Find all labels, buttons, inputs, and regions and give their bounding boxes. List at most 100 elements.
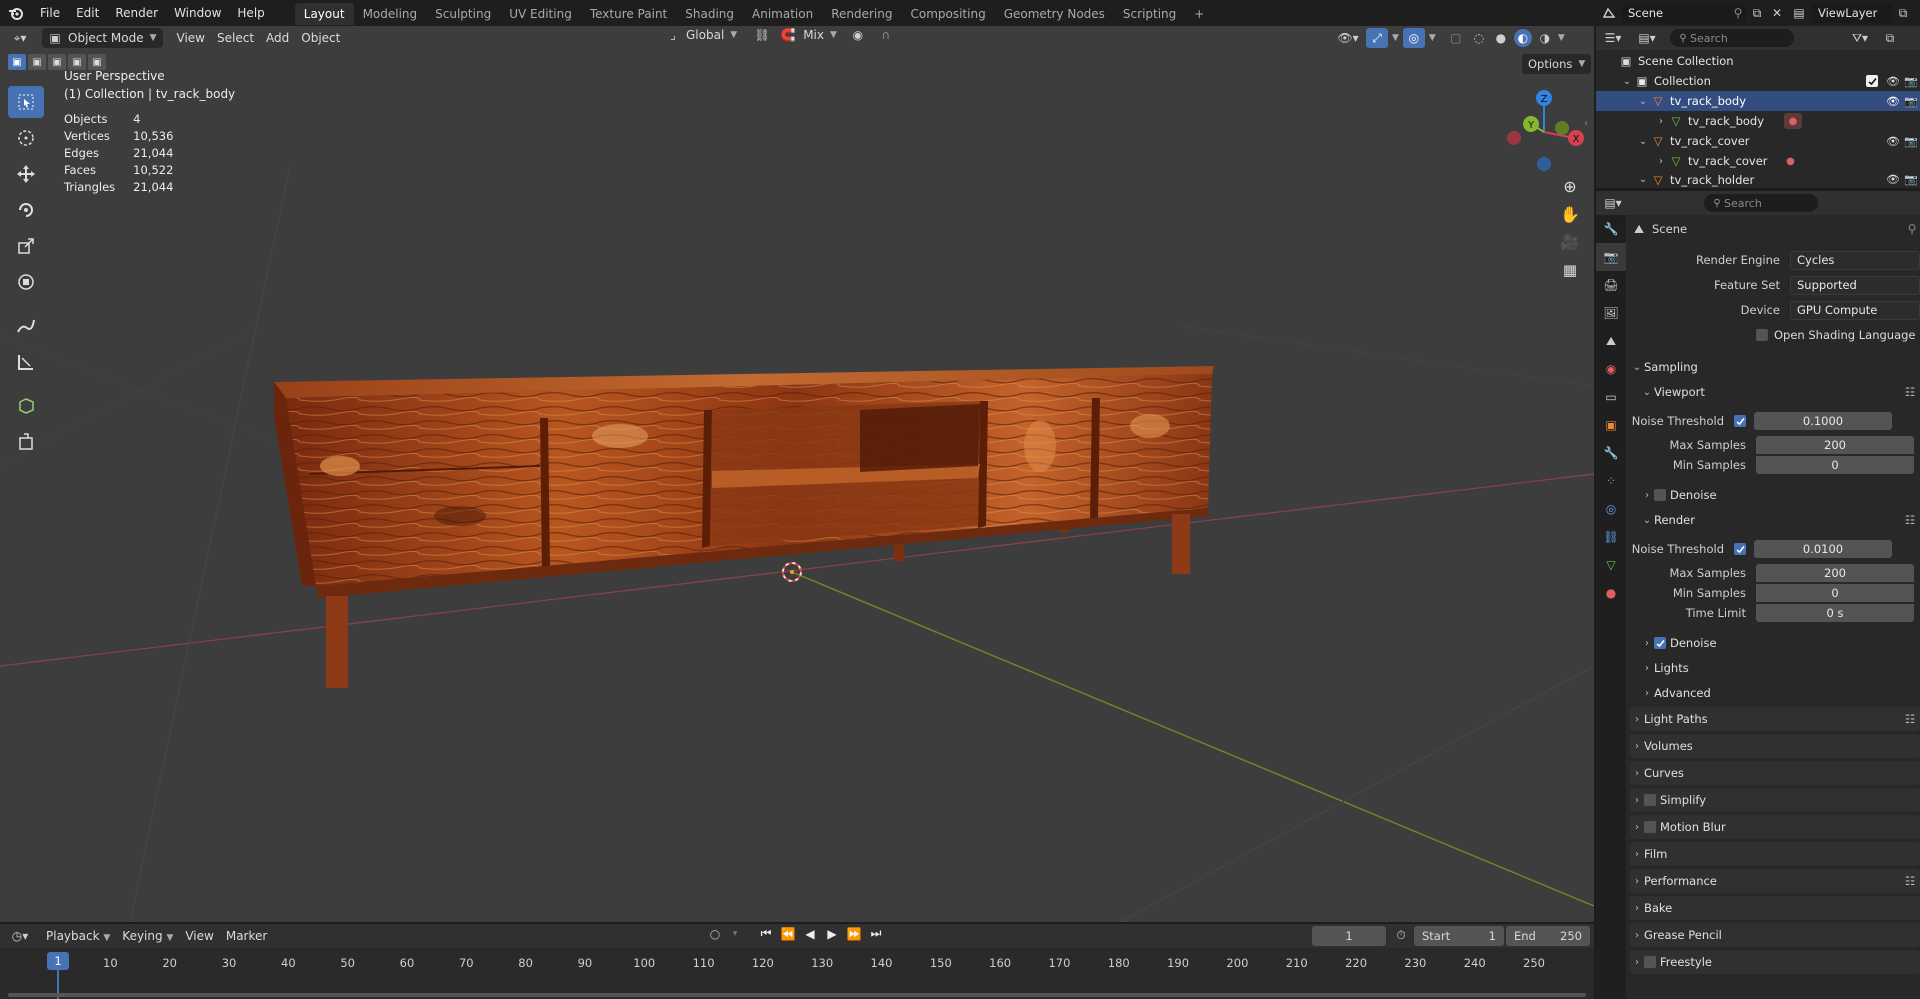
constraints-tab-icon[interactable]: ⛓ (1596, 523, 1626, 551)
timeline-editor-icon[interactable]: ◷▾ (0, 929, 40, 943)
curves-panel[interactable]: › Curves (1630, 761, 1920, 785)
rendered-shading-icon[interactable]: ◑ (1536, 31, 1554, 45)
falloff-curve-icon[interactable]: ∩ (873, 28, 899, 42)
select-box-tool[interactable] (8, 86, 44, 118)
auto-key-icon[interactable]: ▾ (728, 929, 742, 939)
new-scene-icon[interactable]: ⧉ (1746, 6, 1768, 21)
menu-select[interactable]: Select (211, 28, 260, 48)
add-workspace-button[interactable]: + (1185, 3, 1213, 25)
menu-help[interactable]: Help (229, 0, 272, 26)
camera-render-icon[interactable]: 📷 (1902, 95, 1920, 108)
timeline-scrollbar[interactable] (8, 993, 1586, 997)
viewport-max-samples-field[interactable]: 200 (1756, 436, 1914, 454)
tab-scripting[interactable]: Scripting (1114, 3, 1185, 25)
mode-dropdown[interactable]: ▣ Object Mode ▼ (42, 28, 163, 48)
jump-start-icon[interactable]: ⏮ (756, 926, 776, 941)
outliner-search-input[interactable]: Search (1690, 32, 1728, 45)
proportional-falloff-dropdown[interactable]: Mix (803, 28, 824, 42)
light-paths-panel[interactable]: › Light Paths ☷ (1630, 707, 1920, 731)
menu-timeline-view[interactable]: View (179, 926, 219, 946)
menu-marker[interactable]: Marker (220, 926, 273, 946)
simplify-panel[interactable]: › Simplify (1630, 788, 1920, 812)
end-frame-field[interactable]: 250 (1560, 929, 1582, 943)
viewport-min-samples-field[interactable]: 0 (1756, 456, 1914, 474)
data-tab-icon[interactable]: ▽ (1596, 551, 1626, 579)
render-min-samples-field[interactable]: 0 (1756, 584, 1914, 602)
physics-tab-icon[interactable]: ◎ (1596, 495, 1626, 523)
tab-geometry-nodes[interactable]: Geometry Nodes (995, 3, 1114, 25)
material-icon[interactable]: ● (1784, 113, 1803, 129)
lights-subpanel-header[interactable]: › Lights (1640, 657, 1920, 679)
tab-uv-editing[interactable]: UV Editing (500, 3, 581, 25)
zoom-icon[interactable]: ⊕ (1556, 172, 1584, 200)
view-layer-field[interactable]: ViewLayer (1818, 6, 1877, 20)
menu-add[interactable]: Add (260, 28, 295, 48)
rotate-tool[interactable] (8, 194, 44, 226)
outliner-row-tv-rack-holder[interactable]: ⌄ ▽ tv_rack_holder 👁 📷 (1596, 171, 1920, 188)
add-object-tool[interactable] (8, 426, 44, 458)
snap-icon[interactable]: 🧲 (779, 28, 797, 42)
playhead-marker[interactable]: 1 (47, 952, 69, 970)
next-keyframe-icon[interactable]: ⏩ (844, 927, 864, 941)
grease-pencil-panel[interactable]: › Grease Pencil (1630, 923, 1920, 947)
transform-tool[interactable] (8, 266, 44, 298)
delete-scene-icon[interactable]: ✕ (1768, 6, 1786, 20)
gizmo-toggle-icon[interactable]: ⤢ (1366, 28, 1388, 48)
eye-icon[interactable]: 👁 (1884, 75, 1902, 88)
world-tab-icon[interactable]: ◉ (1596, 355, 1626, 383)
move-tool[interactable] (8, 158, 44, 190)
ortho-grid-icon[interactable]: ▦ (1556, 256, 1584, 284)
outliner-row-tv-rack-body[interactable]: ⌄ ▽ tv_rack_body 👁 📷 (1596, 91, 1920, 111)
menu-playback[interactable]: Playback ▼ (40, 926, 116, 946)
pan-hand-icon[interactable]: ✋ (1556, 200, 1584, 228)
eye-icon[interactable]: 👁 (1884, 135, 1902, 148)
film-panel[interactable]: › Film (1630, 842, 1920, 866)
measure-tool[interactable] (8, 346, 44, 378)
play-icon[interactable]: ▶ (822, 927, 842, 941)
tab-sculpting[interactable]: Sculpting (426, 3, 500, 25)
performance-panel[interactable]: › Performance ☷ (1630, 869, 1920, 893)
simplify-checkbox[interactable] (1644, 794, 1656, 806)
material-shading-icon[interactable]: ◐ (1513, 29, 1532, 47)
menu-view[interactable]: View (171, 28, 211, 48)
outliner-row-tv-rack-cover[interactable]: ⌄ ▽ tv_rack_cover 👁 📷 (1596, 131, 1920, 151)
visibility-icon[interactable]: 👁▾ (1334, 31, 1362, 45)
list-menu-icon[interactable]: ☷ (1900, 712, 1920, 726)
scale-tool[interactable] (8, 230, 44, 262)
tab-shading[interactable]: Shading (676, 3, 743, 25)
camera-render-icon[interactable]: 📷 (1902, 75, 1920, 88)
editor-type-icon[interactable]: ⌖▾ (0, 27, 40, 49)
device-dropdown[interactable]: GPU Compute (1790, 300, 1920, 320)
camera-render-icon[interactable]: 📷 (1902, 135, 1920, 148)
time-limit-field[interactable]: 0 s (1756, 604, 1914, 622)
view-layer-tab-icon[interactable]: 🖼 (1596, 299, 1626, 327)
output-tab-icon[interactable]: 🖨 (1596, 271, 1626, 299)
render-noise-checkbox[interactable] (1734, 543, 1746, 555)
sidebar-toggle-icon[interactable]: ‹ (1584, 118, 1588, 129)
viewport-subpanel-header[interactable]: ⌄ Viewport ☷ (1640, 381, 1920, 403)
viewport-noise-field[interactable]: 0.1000 (1754, 412, 1892, 430)
viewport-denoise-checkbox[interactable] (1654, 489, 1666, 501)
properties-search-input[interactable]: Search (1724, 197, 1762, 210)
advanced-subpanel-header[interactable]: › Advanced (1640, 682, 1920, 704)
prev-keyframe-icon[interactable]: ⏪ (778, 927, 798, 941)
freestyle-checkbox[interactable] (1644, 956, 1656, 968)
frame-ruler[interactable]: 10 20 30 40 50 60 70 80 90 100 110 120 130 140 150 160 1… (0, 948, 1594, 999)
menu-render[interactable]: Render (107, 0, 166, 26)
render-noise-field[interactable]: 0.0100 (1754, 540, 1892, 558)
viewport-denoise-header[interactable]: › Denoise (1640, 484, 1920, 506)
bake-panel[interactable]: › Bake (1630, 896, 1920, 920)
outliner-row-tv-rack-cover-mesh[interactable]: › ▽ tv_rack_cover ● (1596, 151, 1920, 171)
freestyle-panel[interactable]: › Freestyle (1630, 950, 1920, 974)
scene-tab-icon[interactable]: ⛰ (1596, 327, 1626, 355)
options-dropdown[interactable]: Options (1528, 57, 1572, 71)
properties-editor-icon[interactable]: ▤▾ (1596, 196, 1630, 210)
list-menu-icon[interactable]: ☷ (1900, 874, 1920, 888)
annotate-tool[interactable] (8, 310, 44, 342)
render-engine-dropdown[interactable]: Cycles (1790, 250, 1920, 270)
solid-shading-icon[interactable]: ● (1492, 31, 1510, 45)
list-menu-icon[interactable]: ☷ (1900, 513, 1920, 527)
jump-end-icon[interactable]: ⏭ (866, 926, 886, 941)
tab-layout[interactable]: Layout (294, 3, 354, 25)
filter-icon[interactable]: ⛛▾ (1840, 31, 1880, 46)
